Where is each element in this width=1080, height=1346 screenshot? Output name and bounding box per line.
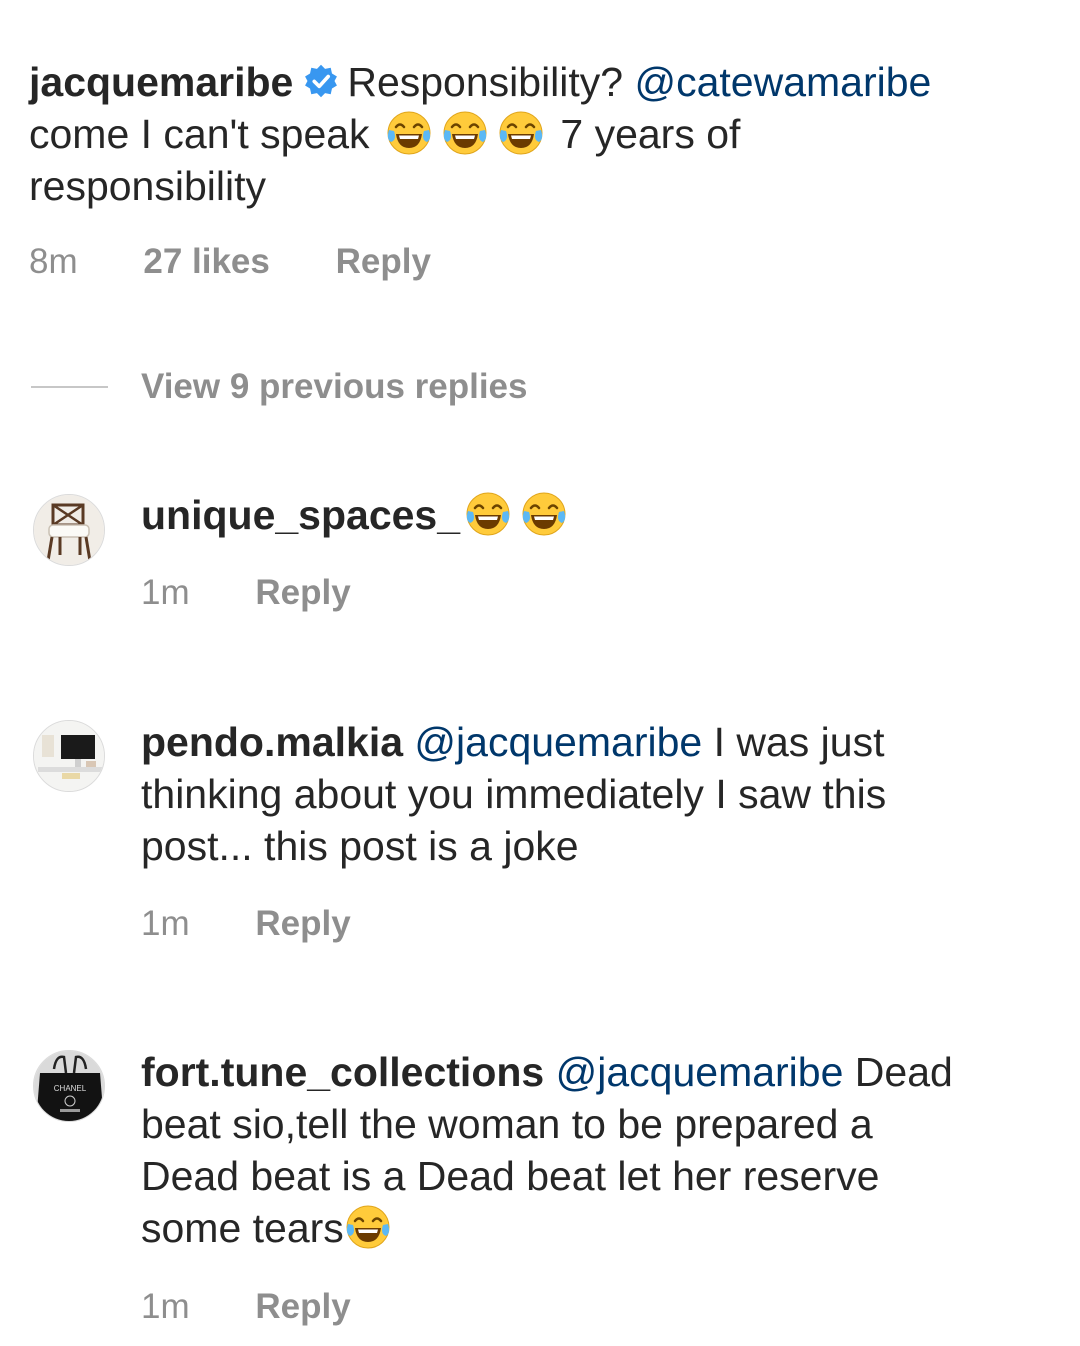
avatar[interactable]	[33, 494, 105, 566]
comment-time: 1m	[141, 904, 190, 943]
reply-username[interactable]: fort.tune_collections	[141, 1049, 544, 1095]
reply-2-text: pendo.malkia @jacquemaribe I was just th…	[141, 716, 1061, 872]
reply-line: thinking about you immediately I saw thi…	[141, 771, 887, 817]
reply-line: fort.tune_collections @jacquemaribe Dead	[141, 1046, 1071, 1098]
view-previous-replies[interactable]: View 9 previous replies	[141, 367, 528, 407]
reply-button[interactable]: Reply	[255, 1287, 350, 1326]
main-comment-text-part: 7 years of	[560, 111, 741, 157]
reply-username[interactable]: pendo.malkia	[141, 719, 403, 765]
tote-bag-avatar-image: CHANEL	[34, 1051, 104, 1121]
reply-button[interactable]: Reply	[336, 242, 431, 281]
reply-text-part: some tears	[141, 1205, 344, 1251]
replies-divider	[31, 386, 108, 388]
face-with-tears-of-joy-icon	[522, 492, 566, 536]
reply-text-part: Dead	[843, 1049, 953, 1095]
reply-text-part: I was just	[702, 719, 885, 765]
face-with-tears-of-joy-icon	[466, 492, 510, 536]
main-comment-line-2: come I can't speak 7 years of	[29, 108, 1069, 160]
main-comment-username[interactable]: jacquemaribe	[29, 59, 293, 105]
mention-link[interactable]: @jacquemaribe	[556, 1049, 844, 1095]
chair-avatar-image	[34, 495, 104, 565]
main-comment-line-3: responsibility	[29, 163, 266, 209]
desk-avatar-image	[34, 721, 104, 791]
mention-link[interactable]: @jacquemaribe	[414, 719, 702, 765]
reply-button[interactable]: Reply	[255, 573, 350, 612]
reply-1-text: unique_spaces_	[141, 489, 572, 541]
reply-line: Dead beat is a Dead beat let her reserve	[141, 1153, 880, 1199]
face-with-tears-of-joy-icon	[346, 1205, 390, 1249]
avatar[interactable]: CHANEL	[33, 1050, 105, 1122]
face-with-tears-of-joy-icon	[387, 111, 431, 155]
reply-line: pendo.malkia @jacquemaribe I was just	[141, 716, 1061, 768]
reply-line: some tears	[141, 1202, 1071, 1254]
main-comment-text-part: come I can't speak	[29, 111, 370, 157]
avatar-brand-text: CHANEL	[54, 1084, 87, 1093]
main-comment-text-part: Responsibility?	[347, 59, 635, 105]
reply-username[interactable]: unique_spaces_	[141, 492, 460, 538]
avatar[interactable]	[33, 720, 105, 792]
comment-time: 8m	[29, 242, 78, 281]
main-comment-line-1: jacquemaribe Responsibility? @catewamarib…	[29, 56, 1069, 108]
comment-time: 1m	[141, 573, 190, 612]
verified-badge-icon	[305, 64, 338, 98]
comment-time: 1m	[141, 1287, 190, 1326]
reply-1-meta: 1m Reply	[141, 573, 351, 613]
main-comment-meta: 8m 27 likes Reply	[29, 242, 431, 282]
likes-count[interactable]: 27 likes	[143, 242, 270, 281]
face-with-tears-of-joy-icon	[499, 111, 543, 155]
face-with-tears-of-joy-icon	[443, 111, 487, 155]
main-comment: jacquemaribe Responsibility? @catewamarib…	[29, 56, 1069, 212]
reply-3-meta: 1m Reply	[141, 1287, 351, 1327]
reply-line: beat sio,tell the woman to be prepared a	[141, 1101, 873, 1147]
mention-link[interactable]: @catewamaribe	[634, 59, 931, 105]
reply-button[interactable]: Reply	[255, 904, 350, 943]
reply-2-meta: 1m Reply	[141, 904, 351, 944]
reply-line: post... this post is a joke	[141, 823, 579, 869]
reply-3-text: fort.tune_collections @jacquemaribe Dead…	[141, 1046, 1071, 1254]
